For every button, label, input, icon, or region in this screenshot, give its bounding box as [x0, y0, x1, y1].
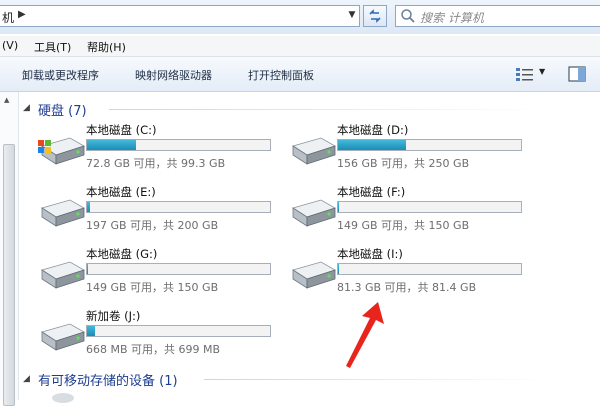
drive-item[interactable]: 新加卷 (J:) 668 MB 可用，共 699 MB — [36, 308, 286, 364]
drive-item[interactable]: 本地磁盘 (C:) 72.8 GB 可用，共 99.3 GB — [36, 122, 286, 178]
address-bar-row: 机 ▶ ▼ 搜索 计算机 — [0, 0, 600, 34]
drive-space-info: 72.8 GB 可用，共 99.3 GB — [86, 157, 226, 170]
drive-name: 本地磁盘 (E:) — [86, 185, 156, 199]
uninstall-program-button[interactable]: 卸载或更改程序 — [22, 67, 99, 83]
drive-space-info: 668 MB 可用，共 699 MB — [86, 343, 221, 356]
drive-usage-fill — [338, 140, 406, 150]
collapse-arrow-icon[interactable]: ◢ — [23, 374, 30, 384]
drive-item[interactable]: 本地磁盘 (I:) 81.3 GB 可用，共 81.4 GB — [287, 246, 537, 302]
hard-drive-icon — [36, 190, 86, 230]
drive-list-pane: ◢ 硬盘 (7) 本地磁盘 (C:) 72.8 GB 可用，共 99.3 GB 本地… — [19, 92, 600, 400]
hard-drive-icon — [36, 252, 86, 292]
preview-pane-icon[interactable] — [568, 66, 586, 82]
drive-usage-bar — [86, 325, 271, 337]
refresh-icon — [369, 9, 381, 23]
scrollbar-thumb[interactable] — [3, 144, 15, 406]
drive-usage-fill — [87, 326, 96, 336]
change-view-icon[interactable] — [515, 66, 535, 82]
removable-device-icon[interactable] — [52, 393, 74, 403]
drive-item[interactable]: 本地磁盘 (E:) 197 GB 可用，共 200 GB — [36, 184, 286, 240]
breadcrumb-arrow-icon[interactable]: ▶ — [18, 9, 26, 20]
menu-bar: (V) 工具(T) 帮助(H) — [0, 36, 600, 57]
map-network-drive-button[interactable]: 映射网络驱动器 — [135, 67, 212, 83]
drive-name: 本地磁盘 (D:) — [337, 123, 409, 137]
drive-name: 本地磁盘 (G:) — [86, 247, 158, 261]
drive-space-info: 156 GB 可用，共 250 GB — [337, 157, 470, 170]
drive-usage-fill — [87, 140, 137, 150]
drive-usage-fill — [338, 202, 340, 212]
group-header-removable-storage[interactable]: 有可移动存储的设备 (1) — [38, 370, 178, 389]
address-path: 机 — [2, 11, 15, 25]
command-bar: 卸载或更改程序 映射网络驱动器 打开控制面板 ▼ — [0, 57, 600, 92]
drive-item[interactable]: 本地磁盘 (D:) 156 GB 可用，共 250 GB — [287, 122, 537, 178]
drive-usage-fill — [87, 264, 89, 274]
drive-usage-bar — [86, 263, 271, 275]
open-control-panel-button[interactable]: 打开控制面板 — [248, 67, 314, 83]
drive-space-info: 197 GB 可用，共 200 GB — [86, 219, 219, 232]
search-input[interactable]: 搜索 计算机 — [395, 5, 600, 27]
drive-space-info: 149 GB 可用，共 150 GB — [337, 219, 470, 232]
group-header-hard-disks[interactable]: 硬盘 (7) — [38, 100, 87, 119]
refresh-button[interactable] — [363, 5, 387, 27]
drive-usage-fill — [87, 202, 90, 212]
drive-usage-bar — [86, 201, 271, 213]
group-divider — [109, 109, 549, 110]
collapse-arrow-icon[interactable]: ◢ — [23, 103, 30, 113]
drive-item[interactable]: 本地磁盘 (G:) 149 GB 可用，共 150 GB — [36, 246, 286, 302]
drive-usage-bar — [337, 263, 522, 275]
view-dropdown-icon[interactable]: ▼ — [539, 67, 545, 76]
drive-name: 本地磁盘 (I:) — [337, 247, 403, 261]
drive-usage-fill — [338, 264, 340, 274]
search-placeholder: 搜索 计算机 — [420, 11, 484, 25]
annotation-arrow-icon — [346, 302, 384, 368]
drive-usage-bar — [86, 139, 271, 151]
search-icon — [401, 9, 415, 23]
hard-drive-icon — [287, 190, 337, 230]
drive-name: 新加卷 (J:) — [86, 309, 141, 323]
hard-drive-icon — [36, 128, 86, 168]
drive-item[interactable]: 本地磁盘 (F:) 149 GB 可用，共 150 GB — [287, 184, 537, 240]
address-field[interactable]: 机 ▶ — [0, 5, 360, 27]
hard-drive-icon — [287, 128, 337, 168]
scroll-up-icon[interactable]: ▲ — [4, 96, 9, 104]
drive-usage-bar — [337, 201, 522, 213]
address-dropdown-icon[interactable]: ▼ — [344, 5, 360, 25]
drive-space-info: 149 GB 可用，共 150 GB — [86, 281, 219, 294]
drive-name: 本地磁盘 (C:) — [86, 123, 157, 137]
drive-usage-bar — [337, 139, 522, 151]
navigation-pane-scrollbar[interactable]: ▲ — [0, 92, 19, 406]
drive-space-info: 81.3 GB 可用，共 81.4 GB — [337, 281, 477, 294]
drive-name: 本地磁盘 (F:) — [337, 185, 406, 199]
menu-tools[interactable]: 工具(T) — [34, 39, 71, 55]
menu-view[interactable]: (V) — [2, 39, 18, 52]
hard-drive-icon — [36, 314, 86, 354]
hard-drive-icon — [287, 252, 337, 292]
menu-help[interactable]: 帮助(H) — [87, 39, 126, 55]
group-divider — [204, 379, 554, 380]
